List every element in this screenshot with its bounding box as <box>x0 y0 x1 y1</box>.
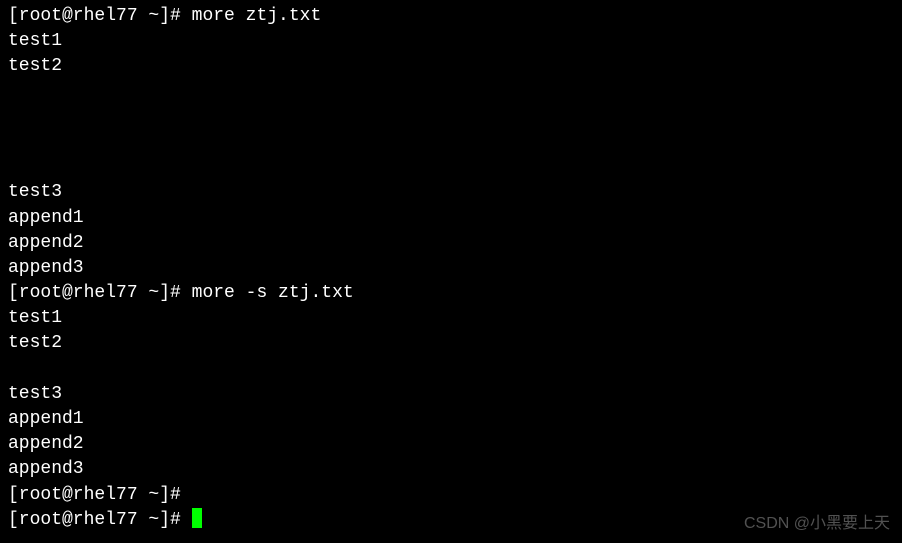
output-line: append3 <box>8 256 894 281</box>
blank-line <box>8 80 894 105</box>
terminal-content[interactable]: [root@rhel77 ~]# more ztj.txt test1 test… <box>8 4 894 533</box>
prompt-line-3: [root@rhel77 ~]# <box>8 483 894 508</box>
watermark-text: CSDN @小黑要上天 <box>744 513 890 535</box>
blank-line <box>8 357 894 382</box>
output-line: test3 <box>8 382 894 407</box>
blank-line <box>8 155 894 180</box>
prompt-text: [root@rhel77 ~]# <box>8 6 192 26</box>
output-line: append1 <box>8 206 894 231</box>
output-line: append3 <box>8 457 894 482</box>
command-text: more ztj.txt <box>192 6 322 26</box>
prompt-text: [root@rhel77 ~]# <box>8 485 192 505</box>
output-line: test2 <box>8 331 894 356</box>
prompt-line-1: [root@rhel77 ~]# more ztj.txt <box>8 4 894 29</box>
output-line: append2 <box>8 432 894 457</box>
output-line: test1 <box>8 29 894 54</box>
command-text: more -s ztj.txt <box>192 283 354 303</box>
output-line: test3 <box>8 180 894 205</box>
output-line: test2 <box>8 54 894 79</box>
output-line: append2 <box>8 231 894 256</box>
prompt-line-2: [root@rhel77 ~]# more -s ztj.txt <box>8 281 894 306</box>
prompt-text: [root@rhel77 ~]# <box>8 283 192 303</box>
prompt-text: [root@rhel77 ~]# <box>8 510 192 530</box>
blank-line <box>8 105 894 130</box>
output-line: append1 <box>8 407 894 432</box>
output-line: test1 <box>8 306 894 331</box>
cursor-icon <box>192 508 202 528</box>
blank-line <box>8 130 894 155</box>
